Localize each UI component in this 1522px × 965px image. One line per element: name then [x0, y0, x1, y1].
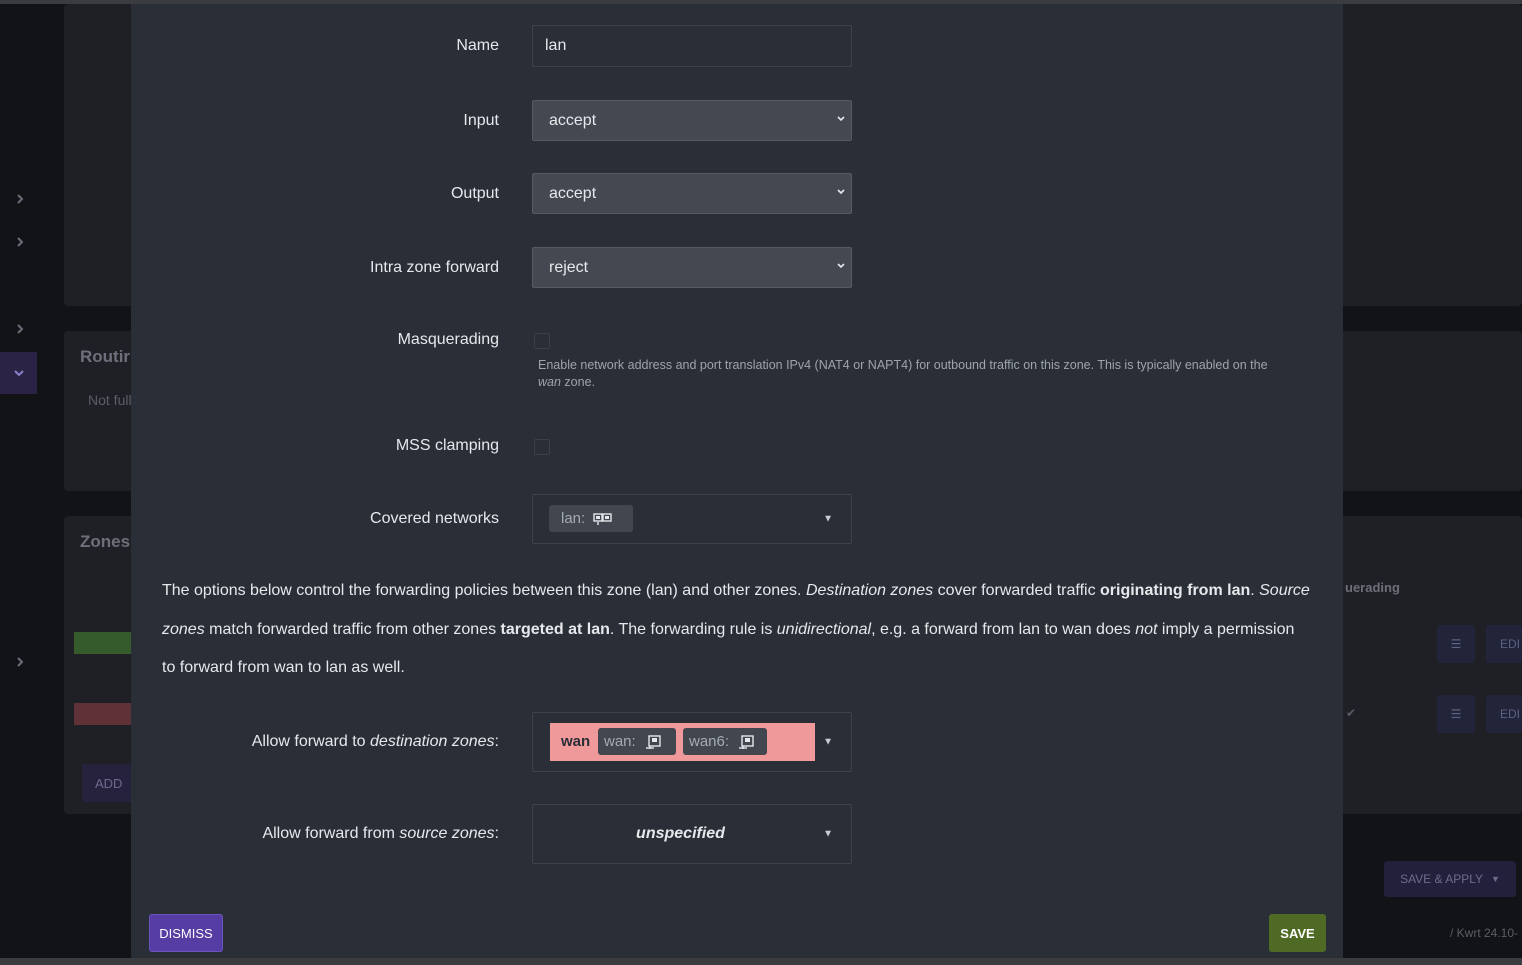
name-label: Name	[456, 37, 499, 54]
source-zones-label-colon: :	[494, 825, 499, 842]
source-zones-dropdown[interactable]: unspecified ▼	[532, 804, 852, 864]
bg-zone-lan-badge	[74, 632, 132, 654]
masquerading-label: Masquerading	[397, 331, 499, 348]
para-targeted: targeted at lan	[500, 620, 610, 638]
network-pill-wan: wan:	[598, 728, 676, 755]
para-unidirectional: unidirectional	[776, 620, 872, 638]
para-text: , e.g. a forward from lan to wan does	[871, 620, 1136, 638]
intra-zone-forward-value: reject	[549, 258, 589, 276]
masquerading-help-wan: wan	[538, 375, 561, 389]
mss-clamping-checkbox[interactable]	[534, 439, 550, 455]
bg-zones-title: Zones	[80, 532, 131, 551]
chevron-down-icon	[837, 263, 845, 269]
destination-zones-dropdown[interactable]: wan wan: wan6: ▼	[532, 712, 852, 772]
bg-menu-button[interactable]: ☰	[1437, 695, 1475, 733]
chevron-right-icon[interactable]	[14, 235, 26, 251]
destination-zones-label-em: destination zones	[370, 733, 495, 750]
para-text: The options below control the forwarding…	[162, 582, 806, 599]
chevron-down-icon[interactable]	[0, 352, 37, 394]
dropdown-caret-icon: ▼	[823, 513, 833, 525]
destination-zones-label-text: Allow forward to	[251, 733, 371, 750]
bg-save-apply-button[interactable]: SAVE & APPLY ▼	[1384, 861, 1516, 897]
destination-zones-label-colon: :	[494, 733, 499, 750]
output-policy-select[interactable]: accept	[532, 173, 852, 214]
name-input-value: lan	[545, 37, 567, 54]
masquerading-help-tail: zone.	[560, 375, 595, 389]
network-pill-label: wan6:	[689, 733, 730, 750]
para-originating: originating from lan	[1100, 582, 1251, 599]
para-text: match forwarded traffic from other zones	[204, 620, 501, 638]
bg-masquerading-column: uerading	[1345, 580, 1400, 595]
source-zones-label-em: source zones	[399, 825, 495, 842]
bg-routing-text: Not full	[88, 392, 132, 408]
window-bottom-border	[0, 958, 1522, 965]
output-label: Output	[450, 185, 499, 202]
intra-zone-forward-select[interactable]: reject	[532, 247, 852, 288]
para-text: . The forwarding rule is	[609, 620, 777, 638]
input-label: Input	[463, 112, 499, 129]
network-pill-label: lan:	[561, 510, 586, 527]
bg-save-apply-label: SAVE & APPLY	[1400, 872, 1483, 886]
dropdown-caret-icon: ▼	[823, 736, 833, 748]
bg-add-button[interactable]: ADD	[82, 764, 132, 802]
network-pill-lan: lan:	[549, 505, 633, 532]
bg-edit-button[interactable]: EDI	[1486, 625, 1522, 663]
source-zones-label: Allow forward from source zones:	[139, 825, 499, 843]
bg-zone-wan-badge	[74, 703, 132, 725]
network-uplink-icon	[739, 734, 754, 749]
network-bridge-icon	[593, 512, 612, 525]
forwarding-description: The options below control the forwarding…	[162, 572, 1312, 688]
bg-routing-title: Routir	[80, 347, 131, 366]
name-input[interactable]: lan	[532, 25, 852, 67]
para-text: cover forwarded traffic	[933, 582, 1101, 599]
para-not: not	[1135, 620, 1158, 638]
check-icon: ✔	[1346, 706, 1357, 720]
caret-down-icon: ▼	[1491, 874, 1500, 884]
chevron-right-icon[interactable]	[14, 322, 26, 338]
network-uplink-icon	[645, 734, 661, 749]
dismiss-button[interactable]: DISMISS	[149, 914, 223, 952]
network-pill-label: wan:	[604, 733, 636, 750]
dropdown-caret-icon: ▼	[823, 828, 833, 840]
zone-chip-name: wan	[561, 733, 591, 750]
destination-zones-label: Allow forward to destination zones:	[139, 733, 499, 751]
input-policy-select[interactable]: accept	[532, 100, 852, 141]
para-dest-zones: Destination zones	[805, 582, 934, 599]
covered-networks-label: Covered networks	[370, 510, 499, 527]
output-policy-value: accept	[549, 184, 597, 202]
masquerading-checkbox[interactable]	[534, 333, 550, 349]
para-text: .	[1250, 582, 1260, 599]
bg-menu-button[interactable]: ☰	[1437, 625, 1475, 663]
chevron-right-icon[interactable]	[14, 192, 26, 208]
chevron-down-icon	[837, 189, 845, 195]
masquerading-help: Enable network address and port translat…	[538, 357, 1308, 391]
source-zones-value: unspecified	[636, 825, 725, 842]
intra-zone-forward-label: Intra zone forward	[370, 259, 499, 276]
zone-edit-modal: Name lan Input accept Output accept Intr…	[131, 4, 1343, 958]
covered-networks-dropdown[interactable]: lan: ▼	[532, 494, 852, 544]
bg-footer-text: / Kwrt 24.10-	[1450, 926, 1519, 940]
chevron-right-icon[interactable]	[14, 655, 26, 671]
chevron-down-icon	[837, 116, 845, 122]
bg-edit-button[interactable]: EDI	[1486, 695, 1522, 733]
zone-chip-wan[interactable]: wan wan: wan6:	[550, 723, 815, 761]
input-policy-value: accept	[549, 111, 597, 129]
network-pill-wan6: wan6:	[683, 728, 767, 755]
masquerading-help-text: Enable network address and port translat…	[538, 358, 1268, 372]
save-button[interactable]: SAVE	[1269, 914, 1326, 952]
source-zones-label-text: Allow forward from	[262, 825, 400, 842]
mss-clamping-label: MSS clamping	[395, 437, 499, 454]
